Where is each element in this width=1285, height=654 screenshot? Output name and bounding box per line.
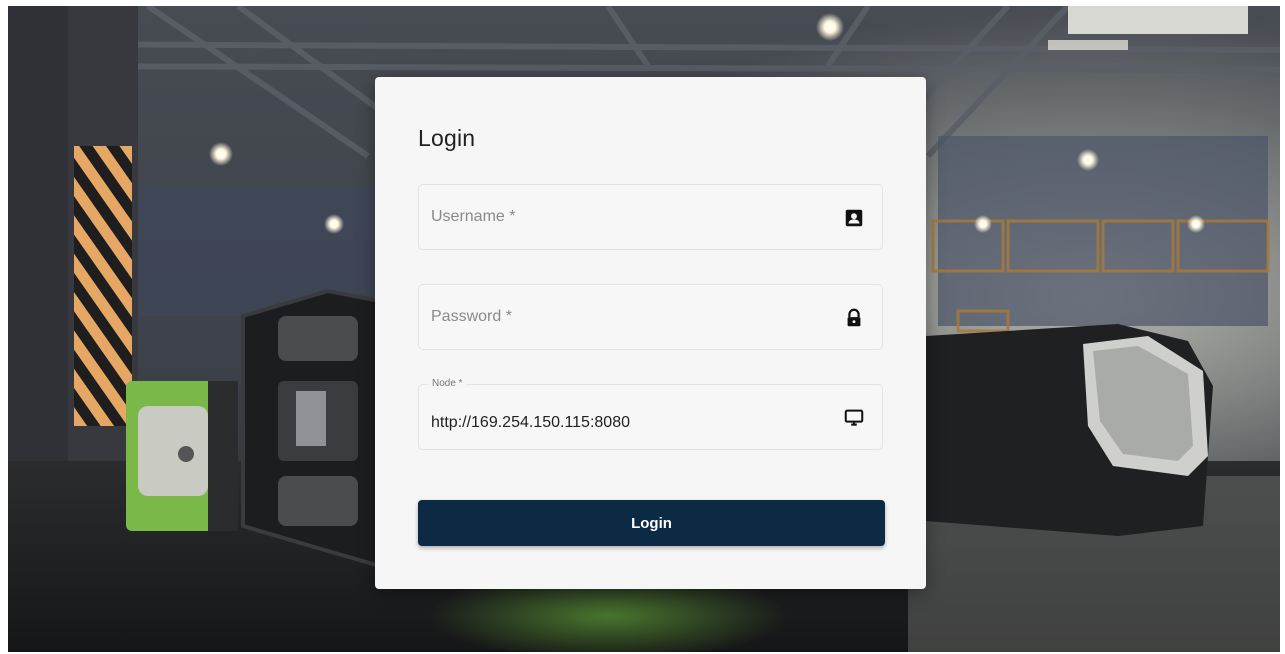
node-field[interactable]: Node *: [418, 378, 883, 450]
login-page: Login Node *: [8, 6, 1280, 652]
login-button[interactable]: Login: [418, 500, 885, 546]
username-input[interactable]: [431, 185, 821, 249]
node-label: Node *: [428, 378, 467, 389]
password-field[interactable]: [418, 284, 883, 350]
monitor-icon: [844, 409, 864, 426]
user-card-icon: [845, 209, 863, 227]
node-input[interactable]: [431, 397, 821, 449]
password-input[interactable]: [431, 285, 821, 349]
lock-icon: [847, 308, 861, 327]
login-card: Login Node *: [375, 77, 926, 589]
username-field[interactable]: [418, 184, 883, 250]
login-title: Login: [418, 125, 476, 151]
